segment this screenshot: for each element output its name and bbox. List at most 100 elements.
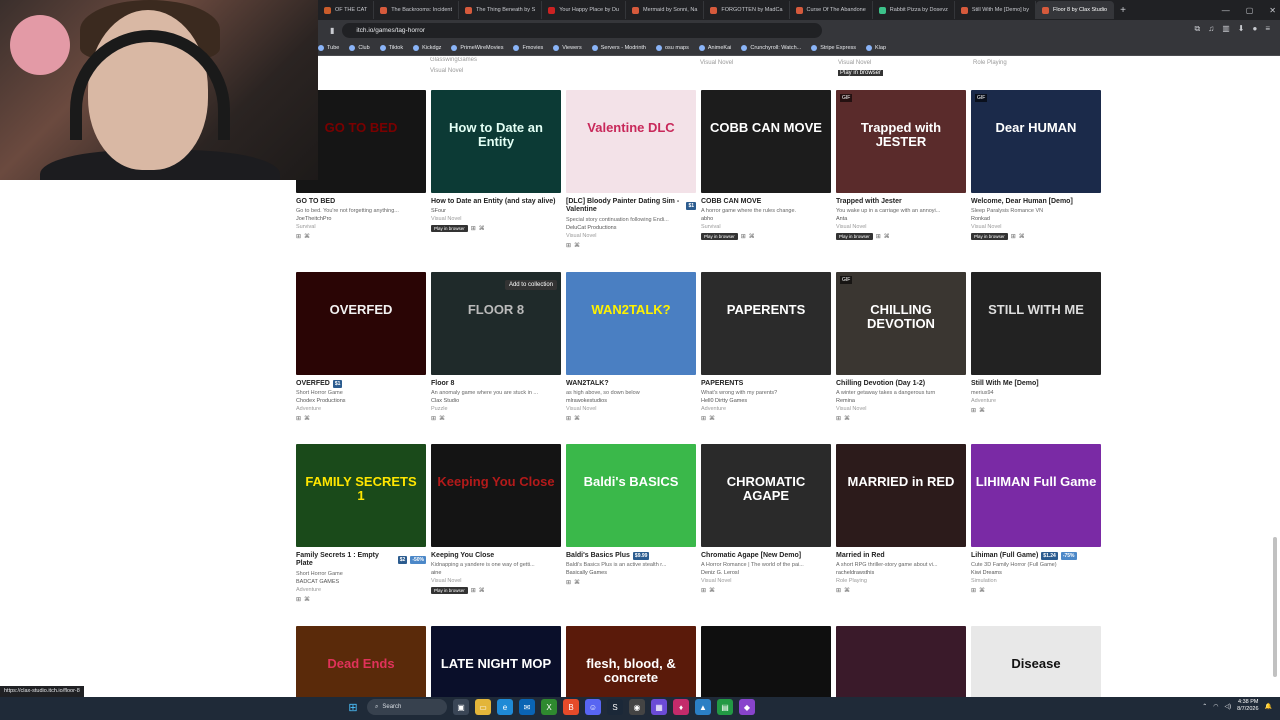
game-author-link[interactable]: aine (431, 570, 561, 576)
bookmark-item[interactable]: PrimeWireMovies (451, 44, 503, 51)
game-author-link[interactable]: racheldrawsthis (836, 570, 966, 576)
app-icon[interactable]: ▤ (717, 699, 733, 715)
browser-tab[interactable]: Curse Of The Abandone (790, 1, 873, 19)
game-thumbnail[interactable]: FLOOR 8 Add to collection (431, 272, 561, 375)
bookmark-item[interactable]: Kickdgz (413, 44, 441, 51)
game-author-link[interactable]: Hell0 Dirtty Games (701, 398, 831, 404)
game-author-link[interactable]: SFour (431, 208, 561, 214)
browser-tab[interactable]: Mermaid by Sonni, Na (626, 1, 705, 19)
game-thumbnail[interactable] (836, 626, 966, 697)
game-title-link[interactable]: Chromatic Agape [New Demo] (701, 552, 801, 560)
game-card[interactable]: FAMILY SECRETS 1 Family Secrets 1 : Empty… (296, 444, 426, 603)
game-thumbnail[interactable]: Trapped with JESTER GIF (836, 90, 966, 193)
game-card[interactable]: Dead Ends (296, 626, 426, 697)
game-title-link[interactable]: Lihiman (Full Game) (971, 552, 1038, 560)
game-title-link[interactable]: Still With Me [Demo] (971, 380, 1039, 388)
game-title-link[interactable]: OVERFED (296, 380, 330, 388)
game-title-link[interactable]: How to Date an Entity (and stay alive) (431, 198, 555, 206)
game-card[interactable]: STILL WITH ME Still With Me [Demo] merius9… (971, 272, 1101, 422)
game-thumbnail[interactable]: flesh, blood, & concrete (566, 626, 696, 697)
game-author-link[interactable]: JoeTheitchPro (296, 216, 426, 222)
game-thumbnail[interactable]: STILL WITH ME (971, 272, 1101, 375)
browser-tab[interactable]: FORGOTTEN by MadCa (704, 1, 790, 19)
game-thumbnail[interactable]: OVERFED (296, 272, 426, 375)
game-title-link[interactable]: Keeping You Close (431, 552, 494, 560)
volume-icon[interactable]: ◁) (1224, 703, 1231, 710)
new-tab-button[interactable]: + (1114, 5, 1132, 16)
game-card[interactable]: CHILLING DEVOTION GIF Chilling Devotion (D… (836, 272, 966, 422)
game-title-link[interactable]: COBB CAN MOVE (701, 198, 761, 206)
brave-icon[interactable]: B (563, 699, 579, 715)
clock[interactable]: 4:38 PM 8/7/2026 (1237, 699, 1258, 713)
game-thumbnail[interactable] (701, 626, 831, 697)
chevron-up-icon[interactable]: ⌃ (1202, 703, 1207, 710)
url-field[interactable]: itch.io/games/tag-horror (342, 22, 823, 38)
game-author-link[interactable]: mlrawokestudios (566, 398, 696, 404)
game-thumbnail[interactable]: MARRIED in RED (836, 444, 966, 547)
browser-tab[interactable]: Your Happy Place by Du (542, 1, 626, 19)
game-card[interactable]: WAN2TALK? WAN2TALK? as high above, so down… (566, 272, 696, 422)
browser-tab[interactable]: The Thing Beneath by S (459, 1, 543, 19)
minimize-icon[interactable]: — (1222, 6, 1230, 15)
game-thumbnail[interactable]: How to Date an Entity (431, 90, 561, 193)
game-card[interactable]: MARRIED in RED Married in Red A short RPG … (836, 444, 966, 603)
profile-icon[interactable]: ● (1252, 24, 1257, 34)
game-thumbnail[interactable]: PAPERENTS (701, 272, 831, 375)
game-title-link[interactable]: Floor 8 (431, 380, 454, 388)
game-thumbnail[interactable]: CHROMATIC AGAPE (701, 444, 831, 547)
music-icon[interactable]: ♫ (1208, 24, 1214, 34)
browser-tab[interactable]: The Backrooms: Incident (374, 1, 460, 19)
game-title-link[interactable]: Married in Red (836, 552, 885, 560)
game-thumbnail[interactable]: Valentine DLC (566, 90, 696, 193)
app-icon[interactable]: ♦ (673, 699, 689, 715)
xbox-icon[interactable]: X (541, 699, 557, 715)
obs-icon[interactable]: ◉ (629, 699, 645, 715)
game-thumbnail[interactable]: Dead Ends (296, 626, 426, 697)
close-icon[interactable]: ✕ (1269, 6, 1276, 15)
task-view-icon[interactable]: ▣ (453, 699, 469, 715)
game-title-link[interactable]: [DLC] Bloody Painter Dating Sim - Valent… (566, 198, 683, 215)
browser-tab[interactable]: Floor 8 by Clax Studio (1036, 1, 1115, 19)
game-title-link[interactable]: Family Secrets 1 : Empty Plate (296, 552, 395, 569)
bookmark-item[interactable]: AnimeKai (698, 44, 731, 51)
game-card[interactable] (836, 626, 966, 697)
wifi-icon[interactable]: ◠ (1213, 703, 1218, 710)
bookmark-item[interactable]: Viewers (553, 44, 582, 51)
game-title-link[interactable]: WAN2TALK? (566, 380, 609, 388)
game-author-link[interactable]: Remina (836, 398, 966, 404)
bookmark-icon[interactable]: ▮ (330, 26, 334, 35)
file-explorer-icon[interactable]: ▭ (475, 699, 491, 715)
game-thumbnail[interactable]: CHILLING DEVOTION GIF (836, 272, 966, 375)
game-author-link[interactable]: abho (701, 216, 831, 222)
outlook-icon[interactable]: ✉ (519, 699, 535, 715)
game-thumbnail[interactable]: WAN2TALK? (566, 272, 696, 375)
game-author-link[interactable]: Kiwi Dreams (971, 570, 1101, 576)
game-title-link[interactable]: GO TO BED (296, 198, 335, 206)
notification-icon[interactable]: 🔔 (1265, 703, 1272, 710)
bookmark-item[interactable]: Club (349, 44, 370, 51)
game-card[interactable]: Keeping You Close Keeping You Close Kidnap… (431, 444, 561, 603)
game-card[interactable]: PAPERENTS PAPERENTS What's wrong with my p… (701, 272, 831, 422)
game-thumbnail[interactable]: LIHIMAN Full Game (971, 444, 1101, 547)
bookmark-item[interactable]: Servers - Modrinth (591, 44, 646, 51)
game-author-link[interactable]: Ronkad (971, 216, 1101, 222)
app-icon[interactable]: ◆ (739, 699, 755, 715)
game-thumbnail[interactable]: Disease (971, 626, 1101, 697)
game-title-link[interactable]: Trapped with Jester (836, 198, 902, 206)
game-card[interactable]: Trapped with JESTER GIF Trapped with Jeste… (836, 90, 966, 249)
game-card[interactable]: FLOOR 8 Add to collection Floor 8 An anomal… (431, 272, 561, 422)
game-thumbnail[interactable]: Dear HUMAN GIF (971, 90, 1101, 193)
game-title-link[interactable]: PAPERENTS (701, 380, 743, 388)
game-card[interactable]: Valentine DLC [DLC] Bloody Painter Dating… (566, 90, 696, 249)
game-thumbnail[interactable]: COBB CAN MOVE (701, 90, 831, 193)
sidebar-icon[interactable]: ▥ (1222, 24, 1230, 34)
start-icon[interactable]: ⊞ (345, 699, 361, 715)
game-title-link[interactable]: Chilling Devotion (Day 1-2) (836, 380, 925, 388)
game-card[interactable]: COBB CAN MOVE COBB CAN MOVE A horror game … (701, 90, 831, 249)
menu-icon[interactable]: ≡ (1265, 24, 1270, 34)
game-card[interactable]: CHROMATIC AGAPE Chromatic Agape [New Demo… (701, 444, 831, 603)
game-author-link[interactable]: Clax Studio (431, 398, 561, 404)
bookmark-item[interactable]: Tiktok (379, 44, 403, 51)
maximize-icon[interactable]: ▢ (1246, 6, 1254, 15)
scrollbar-thumb[interactable] (1273, 537, 1277, 677)
